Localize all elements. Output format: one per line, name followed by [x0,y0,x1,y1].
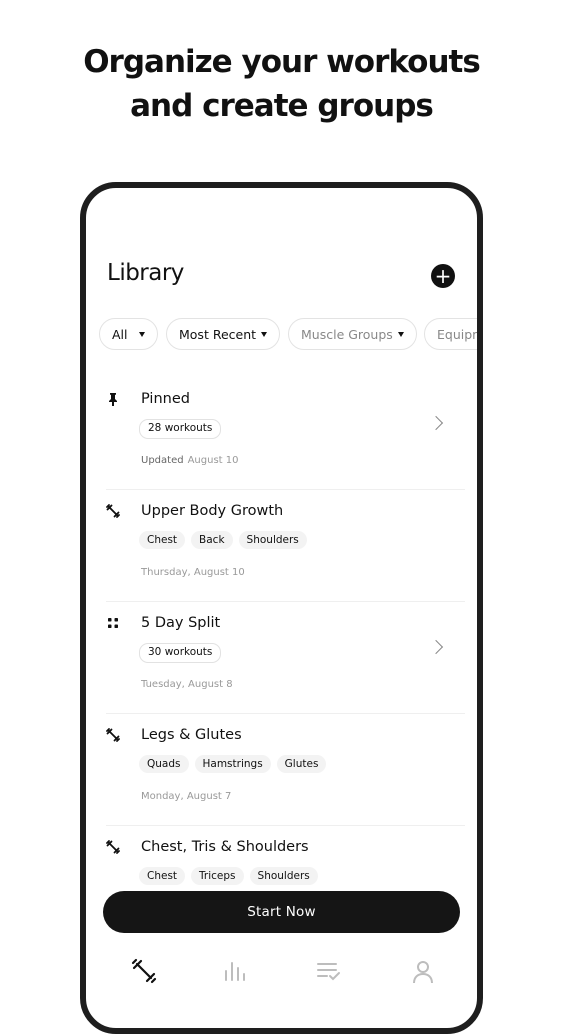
tab-workouts[interactable] [131,958,157,984]
tag: 30 workouts [139,643,222,663]
tag: Hamstrings [194,755,271,773]
tag: Glutes [276,755,327,773]
tab-profile[interactable] [410,958,436,984]
row-title: Upper Body Growth [141,503,284,519]
add-button[interactable]: + [431,264,455,288]
headline: Organize your workouts and create groups [0,40,563,128]
filter-equipment[interactable]: Equipm [424,318,477,350]
tag-list: 30 workouts [139,643,222,663]
bar-chart-icon [225,962,245,981]
tag-list: Chest Triceps Shoulders [139,867,318,885]
dumbbell-icon [106,727,120,742]
tag-list: Quads Hamstrings Glutes [139,755,327,773]
filter-sort-label: Most Recent [179,326,257,342]
tag: Chest [139,867,186,885]
start-now-button[interactable]: Start Now [103,891,460,933]
headline-line-2: and create groups [130,88,434,124]
chevron-right-icon [428,415,444,431]
dumbbell-icon [106,503,120,518]
list-item[interactable]: Upper Body Growth Chest Back Shoulders T… [86,490,465,602]
filter-all-label: All [112,326,128,342]
filter-muscle-groups-label: Muscle Groups [301,326,393,342]
filter-equipment-label: Equipm [437,326,477,342]
tag-list: 28 workouts [139,419,222,439]
row-title: Pinned [141,391,190,407]
meta-updated-label: Updated [141,455,184,466]
dumbbell-icon [131,958,157,984]
page-title: Library [107,260,184,286]
caret-down-icon [261,332,267,337]
phone-frame: Library + All Most Recent Muscle Groups … [80,182,483,1034]
tag: Shoulders [238,531,307,549]
filter-sort[interactable]: Most Recent [166,318,280,350]
plus-circle-icon: + [434,264,452,288]
row-meta: Tuesday, August 8 [141,679,233,690]
pin-icon [106,391,120,407]
tag: Chest [139,531,186,549]
row-meta: Thursday, August 10 [141,567,245,578]
row-title: Legs & Glutes [141,727,242,743]
list-item[interactable]: 5 Day Split 30 workouts Tuesday, August … [86,602,465,714]
dumbbell-icon [106,839,120,854]
tag: Back [191,531,233,549]
row-title: 5 Day Split [141,615,221,631]
filter-bar: All Most Recent Muscle Groups Equipm [99,318,477,352]
bottom-tab-bar [86,958,465,998]
list-item[interactable]: Pinned 28 workouts Updated August 10 [86,378,465,490]
tag-list: Chest Back Shoulders [139,531,307,549]
profile-icon [413,961,433,984]
chevron-right-icon [428,639,444,655]
tag: Triceps [191,867,244,885]
row-meta: Updated August 10 [141,455,238,466]
filter-muscle-groups[interactable]: Muscle Groups [288,318,417,350]
list-item[interactable]: Legs & Glutes Quads Hamstrings Glutes Mo… [86,714,465,826]
list-check-icon [317,963,340,981]
meta-date: August 10 [187,455,239,466]
tab-plans[interactable] [315,958,341,984]
caret-down-icon [139,332,145,337]
tag: Quads [139,755,189,773]
tag: Shoulders [249,867,318,885]
grid-dots-icon [106,615,120,629]
filter-all[interactable]: All [99,318,158,350]
row-title: Chest, Tris & Shoulders [141,839,309,855]
library-screen: Library + All Most Recent Muscle Groups … [86,188,477,1028]
tab-stats[interactable] [221,958,247,984]
headline-line-1: Organize your workouts [83,44,481,80]
tag: 28 workouts [139,419,222,439]
row-meta: Monday, August 7 [141,791,232,802]
caret-down-icon [398,332,404,337]
